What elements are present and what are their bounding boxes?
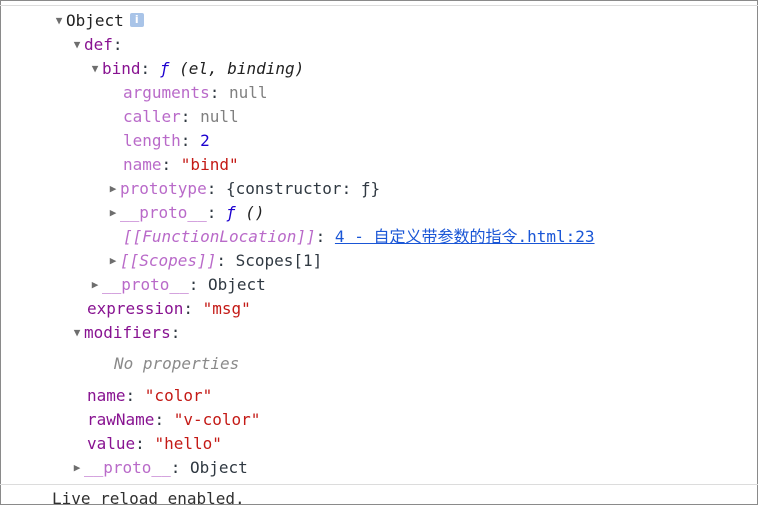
tree-row-expression: expression: "msg" <box>87 299 251 318</box>
root-label: Object <box>66 11 124 30</box>
prop-key: modifiers <box>84 323 171 342</box>
prop-value: 2 <box>200 131 210 150</box>
tree-row-scopes[interactable]: ▶ [[Scopes]]: Scopes[1] <box>106 249 323 273</box>
triangle-down-icon[interactable]: ▼ <box>88 57 102 81</box>
tree-row-caller: caller: null <box>123 107 239 126</box>
prop-key: name <box>87 386 126 405</box>
empty-properties-note: No properties <box>114 352 239 376</box>
tree-row-rawname: rawName: "v-color" <box>87 410 261 429</box>
tree-row-def[interactable]: ▼ def: <box>70 33 123 57</box>
tree-row-proto-def[interactable]: ▶ __proto__: Object <box>88 273 266 297</box>
prop-key: bind <box>102 59 141 78</box>
divider <box>0 5 758 6</box>
prop-value: "color" <box>144 386 213 405</box>
prop-key: __proto__ <box>84 458 171 477</box>
prop-key: [[FunctionLocation]] <box>123 227 316 246</box>
prop-value: null <box>200 107 239 126</box>
prop-key: name <box>123 155 162 174</box>
prop-value: "bind" <box>180 155 239 174</box>
function-signature: (el, binding) <box>179 59 305 78</box>
prop-value: Object <box>189 458 248 477</box>
prop-value: "v-color" <box>173 410 261 429</box>
tree-row-length: length: 2 <box>123 131 210 150</box>
prop-value: Object <box>207 275 266 294</box>
tree-row-bind[interactable]: ▼ bind: ƒ (el, binding) <box>88 57 305 81</box>
prop-value: "hello" <box>154 434 222 453</box>
prop-key: caller <box>123 107 181 126</box>
tree-row-prototype[interactable]: ▶ prototype: {constructor: ƒ} <box>106 177 380 201</box>
prop-key: length <box>123 131 181 150</box>
tree-row-value: value: "hello" <box>87 434 222 453</box>
no-properties-text: No properties <box>114 354 240 373</box>
tree-row-proto-fn[interactable]: ▶ __proto__: ƒ () <box>106 201 265 225</box>
prop-key: arguments <box>123 83 210 102</box>
triangle-right-icon[interactable]: ▶ <box>106 249 120 273</box>
info-icon[interactable]: i <box>129 12 144 27</box>
prop-key: value <box>87 434 136 453</box>
triangle-down-icon[interactable]: ▼ <box>70 321 84 345</box>
function-signature: () <box>245 203 265 222</box>
prop-key: def <box>84 35 113 54</box>
triangle-right-icon[interactable]: ▶ <box>106 201 120 225</box>
tree-row-name: name: "color" <box>87 386 213 405</box>
console-message: Live reload enabled. <box>52 487 245 511</box>
status-text: Live reload enabled. <box>52 489 245 508</box>
triangle-down-icon[interactable]: ▼ <box>52 9 66 33</box>
prop-key: expression <box>87 299 184 318</box>
triangle-right-icon[interactable]: ▶ <box>106 177 120 201</box>
prop-key: prototype <box>120 179 207 198</box>
function-keyword: ƒ <box>159 59 170 78</box>
tree-row-arguments: arguments: null <box>123 83 268 102</box>
function-keyword: ƒ <box>225 203 236 222</box>
prop-value: "msg" <box>202 299 251 318</box>
triangle-right-icon[interactable]: ▶ <box>88 273 102 297</box>
prop-key: rawName <box>87 410 155 429</box>
triangle-right-icon[interactable]: ▶ <box>70 456 84 480</box>
tree-row-root[interactable]: ▼ Object i <box>52 9 144 33</box>
prop-key: __proto__ <box>102 275 189 294</box>
source-link[interactable]: 4 - 自定义带参数的指令.html:23 <box>335 227 595 246</box>
tree-row-name-fn: name: "bind" <box>123 155 239 174</box>
tree-row-modifiers[interactable]: ▼ modifiers: <box>70 321 181 345</box>
triangle-down-icon[interactable]: ▼ <box>70 33 84 57</box>
prop-value: Scopes[1] <box>235 251 323 270</box>
prop-value: null <box>228 83 268 102</box>
tree-row-function-location: [[FunctionLocation]]: 4 - 自定义带参数的指令.html… <box>123 227 595 246</box>
tree-row-proto-root[interactable]: ▶ __proto__: Object <box>70 456 248 480</box>
prop-key: [[Scopes]] <box>120 251 217 270</box>
prop-key: __proto__ <box>120 203 207 222</box>
divider <box>0 484 758 485</box>
prop-value: {constructor: ƒ} <box>225 179 381 198</box>
